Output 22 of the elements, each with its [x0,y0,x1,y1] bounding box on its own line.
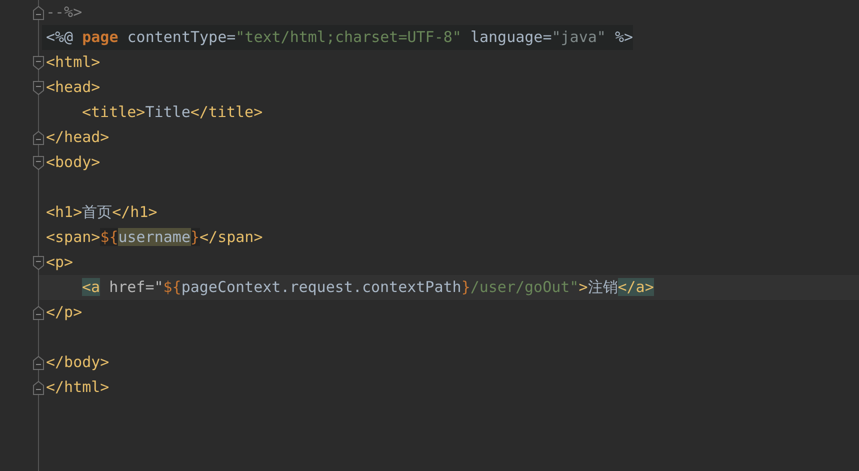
fold-collapse-icon[interactable] [33,80,44,94]
code-line: <body> [45,152,100,173]
fold-end-icon[interactable] [33,380,44,394]
fold-end-icon[interactable] [33,130,44,144]
fold-collapse-icon[interactable] [33,256,44,270]
fold-collapse-icon[interactable] [33,156,44,170]
code-line: </head> [45,127,110,148]
code-line: </html> [45,377,110,398]
code-line: <span>${username}</span> [45,227,263,248]
code-line: </body> [45,352,110,373]
fold-collapse-icon[interactable] [33,56,44,70]
code-line: <html> [45,52,100,73]
code-line: </p> [45,302,82,323]
fold-end-icon[interactable] [33,6,44,20]
code-line: <p> [45,252,74,273]
fold-end-icon[interactable] [33,306,44,320]
code-line: <head> [45,77,100,98]
fold-end-icon[interactable] [33,356,44,370]
code-line: --%> [45,2,82,23]
code-line: <a href="${pageContext.request.contextPath}/user/goOut">注销</a> [81,277,654,298]
code-line: <h1>首页</h1> [45,202,158,223]
code-line: <title>Title</title> [81,102,263,123]
